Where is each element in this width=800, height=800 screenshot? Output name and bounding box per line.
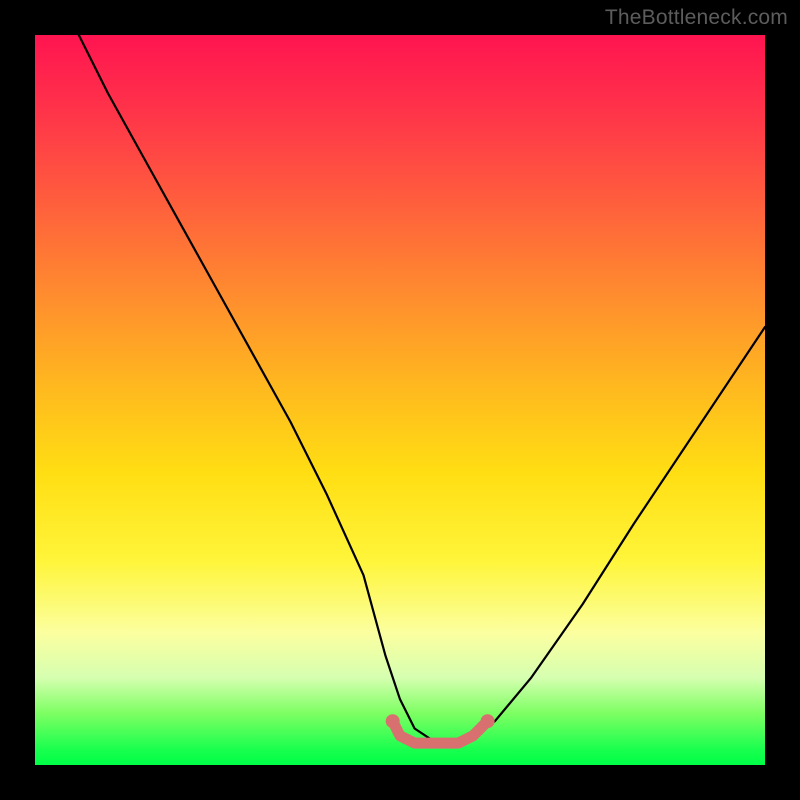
optimal-band xyxy=(393,721,488,743)
plot-area xyxy=(35,35,765,765)
band-end-dot xyxy=(481,714,495,728)
watermark-text: TheBottleneck.com xyxy=(605,6,788,30)
chart-frame: TheBottleneck.com xyxy=(0,0,800,800)
curve-layer xyxy=(35,35,765,765)
band-start-dot xyxy=(386,714,400,728)
bottleneck-curve xyxy=(79,35,765,743)
